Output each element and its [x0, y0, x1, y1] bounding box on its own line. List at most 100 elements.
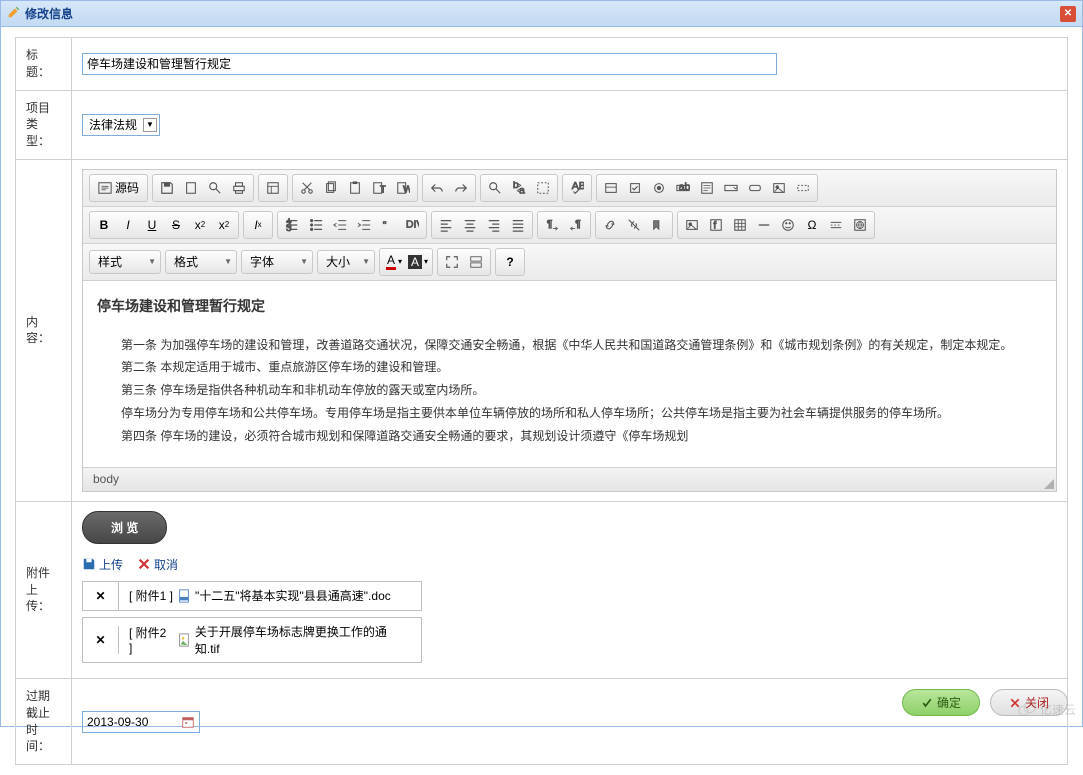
outdent-icon[interactable]: [328, 214, 352, 236]
align-left-icon[interactable]: [434, 214, 458, 236]
imagebutton-icon[interactable]: [767, 177, 791, 199]
show-blocks-icon[interactable]: [464, 251, 488, 273]
anchor-icon[interactable]: [646, 214, 670, 236]
ok-button[interactable]: 确定: [902, 689, 980, 716]
blockquote-icon[interactable]: ": [376, 214, 400, 236]
attachments-label: 附件上传：: [16, 501, 72, 678]
link-icon[interactable]: [598, 214, 622, 236]
svg-text:W: W: [403, 183, 410, 195]
svg-text:3: 3: [286, 222, 292, 232]
textarea-icon[interactable]: [695, 177, 719, 199]
svg-text:": ": [383, 219, 387, 231]
hidden-field-icon[interactable]: [791, 177, 815, 199]
font-combo[interactable]: 字体▼: [241, 250, 313, 274]
svg-text:f: f: [713, 219, 716, 231]
format-combo[interactable]: 格式▼: [165, 250, 237, 274]
title-input[interactable]: [82, 53, 777, 75]
editor-body[interactable]: 停车场建设和管理暂行规定 第一条 为加强停车场的建设和管理，改善道路交通状况，保…: [83, 281, 1056, 467]
checkbox-icon[interactable]: [623, 177, 647, 199]
attachment-item: ✕ [ 附件2 ]关于开展停车场标志牌更换工作的通知.tif: [82, 617, 422, 663]
form-icon[interactable]: [599, 177, 623, 199]
attachment-list: ✕ [ 附件1 ]"十二五"将基本实现"县县通高速".doc ✕ [ 附件2 ]…: [82, 581, 1057, 663]
underline-icon[interactable]: U: [140, 214, 164, 236]
numbered-list-icon[interactable]: 123: [280, 214, 304, 236]
delete-attachment-button[interactable]: ✕: [83, 626, 119, 654]
spellcheck-icon[interactable]: ABC: [565, 177, 589, 199]
chevron-down-icon: ▼: [143, 118, 157, 132]
toolbar-row-2: B I U S x2 x2 Ix 123: [83, 207, 1056, 244]
strike-icon[interactable]: S: [164, 214, 188, 236]
new-page-icon[interactable]: [179, 177, 203, 199]
rtl-icon[interactable]: ¶: [564, 214, 588, 236]
subscript-icon[interactable]: x2: [188, 214, 212, 236]
svg-text:b: b: [513, 181, 519, 191]
image-icon[interactable]: [680, 214, 704, 236]
style-combo[interactable]: 样式▼: [89, 250, 161, 274]
toolbar-row-1: 源码: [83, 170, 1056, 207]
templates-icon[interactable]: [261, 177, 285, 199]
paste-word-icon[interactable]: W: [391, 177, 415, 199]
paragraph: 第三条 停车场是指供各种机动车和非机动车停放的露天或室内场所。: [97, 379, 1042, 402]
document-title: 停车场建设和管理暂行规定: [97, 293, 1042, 320]
smiley-icon[interactable]: [776, 214, 800, 236]
svg-text:¶: ¶: [575, 218, 581, 230]
cancel-link[interactable]: 取消: [137, 556, 178, 573]
select-icon[interactable]: [719, 177, 743, 199]
table-icon[interactable]: [728, 214, 752, 236]
iframe-icon[interactable]: [848, 214, 872, 236]
unlink-icon[interactable]: [622, 214, 646, 236]
preview-icon[interactable]: [203, 177, 227, 199]
select-all-icon[interactable]: [531, 177, 555, 199]
bg-color-icon[interactable]: A▾: [406, 251, 430, 273]
size-combo[interactable]: 大小▼: [317, 250, 375, 274]
textfield-icon[interactable]: ab: [671, 177, 695, 199]
radio-icon[interactable]: [647, 177, 671, 199]
form-table: 标题： 项目类型： 法律法规 ▼ 内容：: [15, 37, 1068, 765]
browse-button[interactable]: 浏 览: [82, 511, 167, 544]
flash-icon[interactable]: f: [704, 214, 728, 236]
superscript-icon[interactable]: x2: [212, 214, 236, 236]
bullet-list-icon[interactable]: [304, 214, 328, 236]
ltr-icon[interactable]: ¶: [540, 214, 564, 236]
undo-icon[interactable]: [425, 177, 449, 199]
copy-icon[interactable]: [319, 177, 343, 199]
element-path[interactable]: body: [93, 472, 119, 486]
save-icon[interactable]: [155, 177, 179, 199]
replace-icon[interactable]: ba: [507, 177, 531, 199]
pagebreak-icon[interactable]: [824, 214, 848, 236]
deadline-input[interactable]: 2013-09-30: [82, 711, 200, 733]
redo-icon[interactable]: [449, 177, 473, 199]
resize-grip-icon[interactable]: [1044, 479, 1054, 489]
cut-icon[interactable]: [295, 177, 319, 199]
align-justify-icon[interactable]: [506, 214, 530, 236]
italic-icon[interactable]: I: [116, 214, 140, 236]
paste-text-icon[interactable]: T: [367, 177, 391, 199]
bold-icon[interactable]: B: [92, 214, 116, 236]
hr-icon[interactable]: [752, 214, 776, 236]
indent-icon[interactable]: [352, 214, 376, 236]
print-icon[interactable]: [227, 177, 251, 199]
close-button[interactable]: ✕: [1060, 6, 1076, 22]
cancel-button[interactable]: 关闭: [990, 689, 1068, 716]
special-char-icon[interactable]: Ω: [800, 214, 824, 236]
div-icon[interactable]: DIV: [400, 214, 424, 236]
upload-link[interactable]: 上传: [82, 556, 123, 573]
category-select[interactable]: 法律法规 ▼: [82, 114, 160, 136]
attachment-item: ✕ [ 附件1 ]"十二五"将基本实现"县县通高速".doc: [82, 581, 422, 611]
dialog-title: 修改信息: [25, 5, 73, 22]
align-center-icon[interactable]: [458, 214, 482, 236]
text-color-icon[interactable]: A▾: [382, 251, 406, 273]
paste-icon[interactable]: [343, 177, 367, 199]
find-icon[interactable]: [483, 177, 507, 199]
delete-attachment-button[interactable]: ✕: [83, 582, 119, 610]
remove-format-icon[interactable]: Ix: [246, 214, 270, 236]
about-icon[interactable]: ?: [498, 251, 522, 273]
align-right-icon[interactable]: [482, 214, 506, 236]
svg-text:ab: ab: [679, 181, 690, 193]
button-icon[interactable]: [743, 177, 767, 199]
form: 标题： 项目类型： 法律法规 ▼ 内容：: [1, 27, 1082, 775]
doc-file-icon: [177, 589, 191, 603]
maximize-icon[interactable]: [440, 251, 464, 273]
source-button[interactable]: 源码: [92, 177, 145, 199]
title-label: 标题：: [16, 38, 72, 91]
